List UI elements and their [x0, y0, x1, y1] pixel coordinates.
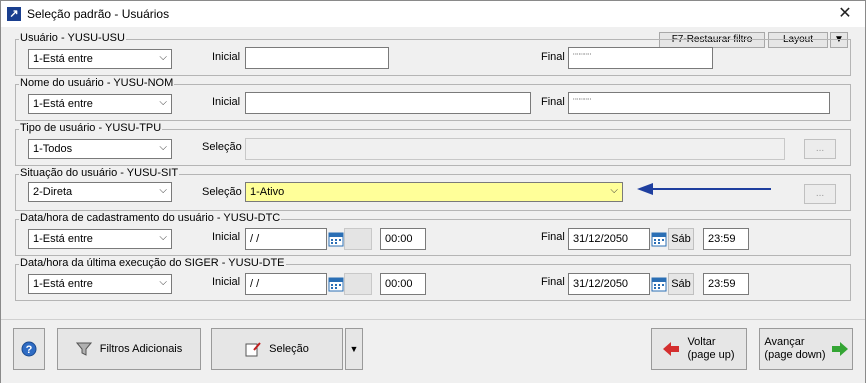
final-input[interactable]: ¨¨¨¨¨: [568, 92, 830, 114]
calendar-icon[interactable]: [328, 231, 344, 247]
dialog-window: ↗ Seleção padrão - Usuários ✕ F7-Restaur…: [0, 0, 866, 383]
additional-filters-button[interactable]: Filtros Adicionais: [57, 328, 201, 370]
arrow-left-icon: [663, 342, 680, 356]
selecao-input: [245, 138, 785, 160]
inicial-day-box: [344, 273, 372, 295]
selection-menu-button[interactable]: ▼: [345, 328, 363, 370]
selection-label: Seleção: [269, 343, 309, 355]
group-title: Data/hora de cadastramento do usuário - …: [19, 212, 282, 224]
next-label: Avançar: [764, 336, 805, 348]
selecao-label: Seleção: [202, 141, 242, 153]
calendar-icon[interactable]: [328, 276, 344, 292]
group-tipo: Tipo de usuário - YUSU-TPU 1-Todos ⌵ Sel…: [15, 122, 851, 166]
group-title: Tipo de usuário - YUSU-TPU: [19, 122, 163, 134]
operator-select[interactable]: 1-Está entre ⌵: [28, 229, 172, 249]
inicial-input[interactable]: [245, 47, 389, 69]
next-button[interactable]: Avançar (page down): [759, 328, 853, 370]
chevron-down-icon: ▼: [349, 344, 359, 354]
final-label: Final: [541, 231, 565, 243]
final-day-of-week: Sáb: [668, 228, 694, 250]
calendar-icon[interactable]: [651, 276, 667, 292]
bottom-bar: ? Filtros Adicionais Seleção ▼ Voltar (p…: [1, 319, 865, 383]
group-cadastro: Data/hora de cadastramento do usuário - …: [15, 212, 851, 256]
select-value: 1-Está entre: [33, 278, 93, 290]
chevron-down-icon: ⌵: [159, 142, 167, 153]
chevron-down-icon: ⌵: [159, 97, 167, 108]
final-date-input[interactable]: 31/12/2050: [568, 228, 650, 250]
selection-icon: [245, 342, 261, 357]
inicial-label: Inicial: [212, 96, 241, 108]
operator-select[interactable]: 1-Está entre ⌵: [28, 274, 172, 294]
final-time-input[interactable]: 23:59: [703, 273, 749, 295]
calendar-icon[interactable]: [651, 231, 667, 247]
operator-select[interactable]: 1-Está entre ⌵: [28, 49, 172, 69]
annotation-arrow-icon: [637, 183, 771, 195]
final-input[interactable]: ¨¨¨¨¨: [568, 47, 713, 69]
inicial-label: Inicial: [212, 276, 241, 288]
inicial-date-input[interactable]: / /: [245, 228, 327, 250]
help-icon: ?: [21, 341, 37, 357]
inicial-input[interactable]: [245, 92, 531, 114]
app-icon: ↗: [7, 7, 21, 21]
back-button[interactable]: Voltar (page up): [651, 328, 747, 370]
chevron-down-icon: ⌵: [159, 185, 167, 196]
final-time-input[interactable]: 23:59: [703, 228, 749, 250]
chevron-down-icon: ⌵: [159, 52, 167, 63]
inicial-time-input[interactable]: 00:00: [380, 228, 426, 250]
select-value: 1-Todos: [33, 143, 73, 155]
select-value: 1-Ativo: [250, 186, 285, 198]
select-value: 1-Está entre: [33, 53, 93, 65]
select-value: 2-Direta: [33, 186, 73, 198]
filter-icon: [75, 342, 92, 356]
group-execucao: Data/hora da última execução do SIGER - …: [15, 257, 851, 301]
inicial-label: Inicial: [212, 231, 241, 243]
back-label: Voltar: [687, 336, 716, 348]
close-icon[interactable]: ✕: [833, 4, 857, 24]
inicial-date-input[interactable]: / /: [245, 273, 327, 295]
inicial-day-box: [344, 228, 372, 250]
operator-select[interactable]: 2-Direta ⌵: [28, 182, 172, 202]
group-usuario: Usuário - YUSU-USU 1-Está entre ⌵ Inicia…: [15, 32, 851, 76]
lookup-button[interactable]: ...: [804, 139, 836, 159]
title-bar: ↗ Seleção padrão - Usuários ✕: [1, 1, 865, 27]
final-label: Final: [541, 96, 565, 108]
inicial-label: Inicial: [212, 51, 241, 63]
inicial-time-input[interactable]: 00:00: [380, 273, 426, 295]
selecao-label: Seleção: [202, 186, 242, 198]
back-shortcut: (page up): [687, 349, 735, 361]
situacao-select[interactable]: 1-Ativo ⌵: [245, 182, 623, 202]
next-shortcut: (page down): [764, 349, 826, 361]
additional-filters-label: Filtros Adicionais: [99, 343, 183, 355]
arrow-right-icon: [831, 342, 848, 356]
final-label: Final: [541, 276, 565, 288]
final-date-input[interactable]: 31/12/2050: [568, 273, 650, 295]
help-button[interactable]: ?: [13, 328, 45, 370]
group-nome: Nome do usuário - YUSU-NOM 1-Está entre …: [15, 77, 851, 121]
select-value: 1-Está entre: [33, 98, 93, 110]
operator-select[interactable]: 1-Está entre ⌵: [28, 94, 172, 114]
chevron-down-icon: ⌵: [159, 232, 167, 243]
final-day-of-week: Sáb: [668, 273, 694, 295]
chevron-down-icon: ⌵: [159, 277, 167, 288]
selection-button[interactable]: Seleção: [211, 328, 343, 370]
svg-text:?: ?: [26, 344, 33, 356]
operator-select[interactable]: 1-Todos ⌵: [28, 139, 172, 159]
group-title: Usuário - YUSU-USU: [19, 32, 126, 44]
window-title: Seleção padrão - Usuários: [27, 7, 170, 21]
group-title: Nome do usuário - YUSU-NOM: [19, 77, 175, 89]
group-title: Data/hora da última execução do SIGER - …: [19, 257, 286, 269]
final-label: Final: [541, 51, 565, 63]
select-value: 1-Está entre: [33, 233, 93, 245]
lookup-button[interactable]: ...: [804, 184, 836, 204]
chevron-down-icon: ⌵: [610, 185, 618, 196]
group-title: Situação do usuário - YUSU-SIT: [19, 167, 180, 179]
